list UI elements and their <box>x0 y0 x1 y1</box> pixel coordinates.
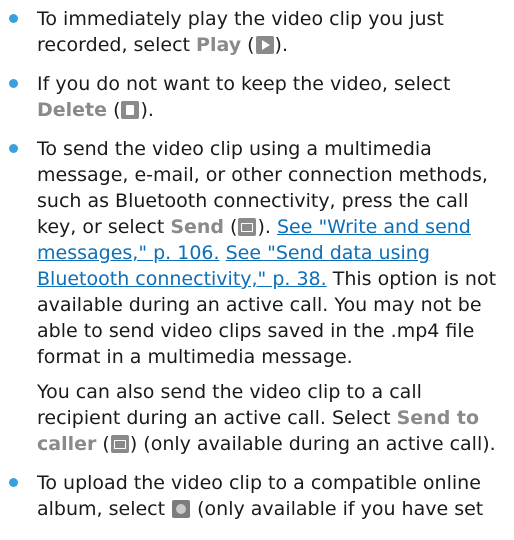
list-item: To send the video clip using a multimedi… <box>0 136 504 370</box>
online-album-icon <box>172 500 191 518</box>
paren-close: ). <box>257 216 277 238</box>
paren-close: ). <box>140 99 154 121</box>
paren-open: ( <box>96 433 110 455</box>
paren-open: ( <box>241 34 255 56</box>
bullet <box>9 79 18 88</box>
paren-open: ( <box>107 99 121 121</box>
play-option: Play <box>196 34 242 56</box>
document-body: To immediately play the video clip you j… <box>0 0 514 522</box>
list-item-continuation: You can also send the video clip to a ca… <box>0 379 504 457</box>
item-text: If you do not want to keep the video, se… <box>37 73 451 95</box>
paren-close: ). <box>274 34 288 56</box>
play-icon <box>255 36 274 54</box>
delete-option: Delete <box>37 99 108 121</box>
list-item: If you do not want to keep the video, se… <box>0 71 504 123</box>
paren-open: ( <box>224 216 238 238</box>
list-item: To immediately play the video clip you j… <box>0 6 504 58</box>
bullet <box>9 144 18 153</box>
list-item: To upload the video clip to a compatible… <box>0 470 504 522</box>
item-text: (only available if you have set <box>191 498 484 520</box>
delete-icon <box>121 101 140 119</box>
bullet <box>9 478 18 487</box>
item-text: ) (only available during an active call)… <box>129 433 496 455</box>
send-option: Send <box>170 216 225 238</box>
send-icon <box>238 218 257 236</box>
item-text: You can also send the video clip to a ca… <box>37 381 422 429</box>
bullet <box>9 14 18 23</box>
send-to-caller-icon <box>110 435 129 453</box>
